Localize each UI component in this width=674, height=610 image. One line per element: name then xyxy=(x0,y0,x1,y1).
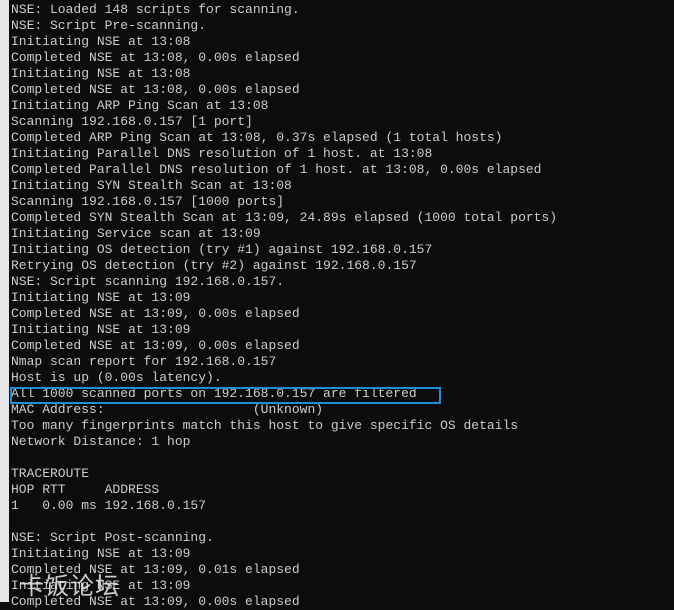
terminal-line: TRACEROUTE xyxy=(11,466,90,481)
terminal-line: Host is up (0.00s latency). xyxy=(11,370,222,385)
terminal-line: Nmap scan report for 192.168.0.157 xyxy=(11,354,277,369)
terminal-line: Initiating SYN Stealth Scan at 13:08 xyxy=(11,178,292,193)
terminal-line: HOP RTT ADDRESS xyxy=(11,482,160,497)
highlight-box xyxy=(10,387,441,404)
terminal-line: Retrying OS detection (try #2) against 1… xyxy=(11,258,417,273)
terminal-line: Scanning 192.168.0.157 [1 port] xyxy=(11,114,253,129)
terminal-line: Too many fingerprints match this host to… xyxy=(11,418,519,433)
terminal-line: Initiating NSE at 13:08 xyxy=(11,34,191,49)
terminal-line: Initiating NSE at 13:09 xyxy=(11,546,191,561)
terminal-line: Initiating ARP Ping Scan at 13:08 xyxy=(11,98,269,113)
terminal-line: Initiating NSE at 13:08 xyxy=(11,66,191,81)
window-left-edge xyxy=(0,0,9,602)
terminal-line: NSE: Script Post-scanning. xyxy=(11,530,214,545)
terminal-output[interactable]: NSE: Loaded 148 scripts for scanning. NSE… xyxy=(11,2,674,610)
terminal-line: Initiating OS detection (try #1) against… xyxy=(11,242,433,257)
terminal-line: Initiating Service scan at 13:09 xyxy=(11,226,261,241)
terminal-line: 1 0.00 ms 192.168.0.157 xyxy=(11,498,207,513)
terminal-line: Network Distance: 1 hop xyxy=(11,434,191,449)
terminal-line: Completed NSE at 13:09, 0.00s elapsed xyxy=(11,338,300,353)
terminal-line: Completed Parallel DNS resolution of 1 h… xyxy=(11,162,542,177)
terminal-line: Initiating NSE at 13:09 xyxy=(11,290,191,305)
terminal-line: Initiating NSE at 13:09 xyxy=(11,322,191,337)
terminal-line: NSE: Loaded 148 scripts for scanning. xyxy=(11,2,300,17)
terminal-line: NSE: Script scanning 192.168.0.157. xyxy=(11,274,285,289)
terminal-line: MAC Address: (Unknown) xyxy=(11,402,324,417)
terminal-line: NSE: Script Pre-scanning. xyxy=(11,18,207,33)
terminal-line: Scanning 192.168.0.157 [1000 ports] xyxy=(11,194,285,209)
terminal-line: Completed NSE at 13:08, 0.00s elapsed xyxy=(11,50,300,65)
watermark: 卡饭论坛 xyxy=(20,572,120,600)
terminal-line: Completed NSE at 13:09, 0.00s elapsed xyxy=(11,306,300,321)
terminal-line: Completed ARP Ping Scan at 13:08, 0.37s … xyxy=(11,130,503,145)
terminal-line: Completed SYN Stealth Scan at 13:09, 24.… xyxy=(11,210,558,225)
terminal-line: Completed NSE at 13:08, 0.00s elapsed xyxy=(11,82,300,97)
terminal-line: Initiating Parallel DNS resolution of 1 … xyxy=(11,146,433,161)
